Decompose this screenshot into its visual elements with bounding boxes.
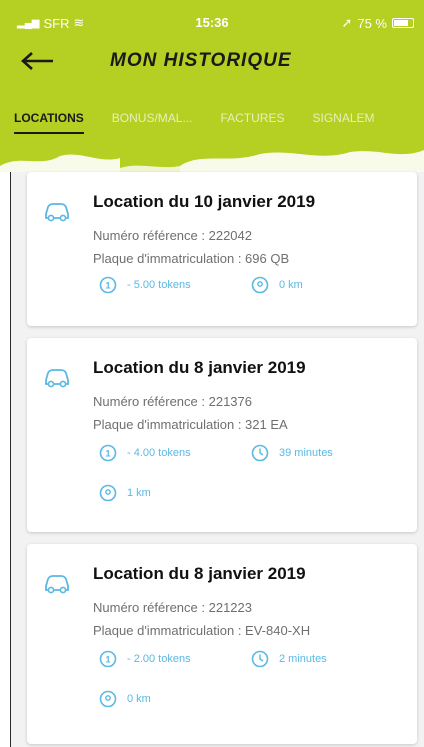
back-button[interactable]	[18, 44, 58, 78]
status-right: ➚ 75 %	[341, 15, 414, 31]
rental-title: Location du 8 janvier 2019	[93, 564, 306, 583]
rental-tokens: 1 - 4.00 tokens	[99, 444, 191, 462]
tokens-value: - 5.00 tokens	[127, 279, 191, 291]
car-icon	[45, 369, 69, 388]
location-pin-icon	[251, 276, 269, 294]
token-icon: 1	[99, 276, 117, 294]
distance-value: 0 km	[127, 693, 151, 705]
rental-distance: 0 km	[99, 690, 151, 708]
back-arrow-icon	[21, 52, 53, 70]
clock-icon	[251, 650, 269, 668]
tab-bonus-malus[interactable]: BONUS/MAL...	[98, 102, 207, 134]
svg-text:1: 1	[105, 655, 110, 665]
rental-card[interactable]: Location du 8 janvier 2019 Numéro référe…	[27, 544, 417, 744]
rental-title: Location du 10 janvier 2019	[93, 192, 316, 211]
rental-plate: Plaque d'immatriculation : EV-840-XH	[93, 623, 311, 638]
page-title: MON HISTORIQUE	[110, 50, 292, 71]
duration-value: 2 minutes	[279, 653, 327, 665]
distance-value: 1 km	[127, 487, 151, 499]
rental-tokens: 1 - 2.00 tokens	[99, 650, 191, 668]
svg-text:1: 1	[105, 449, 110, 459]
rental-distance: 1 km	[99, 484, 151, 502]
car-icon	[45, 203, 69, 222]
location-pin-icon	[99, 690, 117, 708]
token-icon: 1	[99, 650, 117, 668]
rental-duration: 39 minutes	[251, 444, 333, 462]
rental-title: Location du 8 janvier 2019	[93, 358, 306, 377]
battery-percent: 75 %	[357, 15, 387, 31]
decorative-brush-stroke	[0, 150, 424, 174]
rental-plate: Plaque d'immatriculation : 321 EA	[93, 417, 288, 432]
car-icon	[45, 575, 69, 594]
status-bar: ▂▄▆ SFR ≋ 15:36 ➚ 75 %	[0, 0, 424, 44]
rental-card[interactable]: Location du 8 janvier 2019 Numéro référe…	[27, 338, 417, 532]
tab-signalements[interactable]: SIGNALEM	[298, 102, 388, 134]
svg-text:1: 1	[105, 281, 110, 291]
location-pin-icon	[99, 484, 117, 502]
tab-locations[interactable]: LOCATIONS	[0, 102, 98, 134]
tab-factures[interactable]: FACTURES	[206, 102, 298, 134]
tokens-value: - 4.00 tokens	[127, 447, 191, 459]
clock-icon	[251, 444, 269, 462]
location-arrow-icon: ➚	[341, 15, 353, 30]
rental-reference: Numéro référence : 222042	[93, 228, 252, 243]
tokens-value: - 2.00 tokens	[127, 653, 191, 665]
tab-bar: LOCATIONS BONUS/MAL... FACTURES SIGNALEM	[0, 102, 424, 134]
token-icon: 1	[99, 444, 117, 462]
rental-reference: Numéro référence : 221223	[93, 600, 252, 615]
rental-card[interactable]: Location du 10 janvier 2019 Numéro référ…	[27, 172, 417, 326]
battery-icon	[392, 18, 414, 28]
rental-distance: 0 km	[251, 276, 303, 294]
rental-list: Location du 10 janvier 2019 Numéro référ…	[10, 172, 424, 747]
rental-plate: Plaque d'immatriculation : 696 QB	[93, 251, 290, 266]
rental-duration: 2 minutes	[251, 650, 327, 668]
distance-value: 0 km	[279, 279, 303, 291]
rental-reference: Numéro référence : 221376	[93, 394, 252, 409]
duration-value: 39 minutes	[279, 447, 333, 459]
rental-tokens: 1 - 5.00 tokens	[99, 276, 191, 294]
app-header: ▂▄▆ SFR ≋ 15:36 ➚ 75 % MON HISTORIQUE LO…	[0, 0, 424, 174]
